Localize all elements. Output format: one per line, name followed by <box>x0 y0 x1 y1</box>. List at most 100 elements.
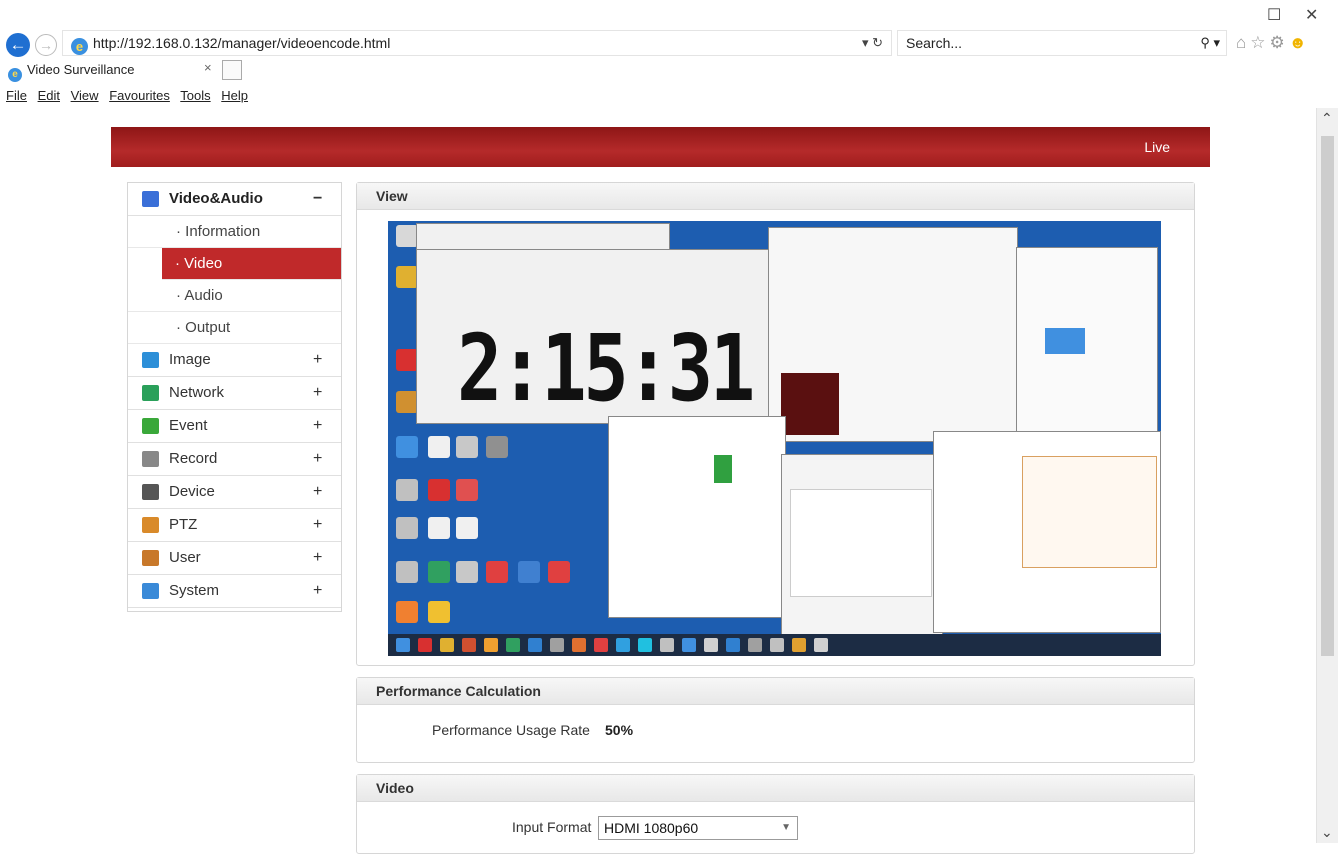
view-panel: View 2:15:31.76 <box>356 182 1195 666</box>
menu-favourites[interactable]: Favourites <box>109 88 170 103</box>
expand-icon[interactable]: + <box>313 509 322 541</box>
back-button[interactable]: ← <box>6 33 30 57</box>
taskbar-app-icon <box>462 638 476 652</box>
expand-icon[interactable]: + <box>313 344 322 376</box>
sidebar-item-system[interactable]: System + <box>128 575 341 608</box>
sidebar-item-label: User <box>169 549 201 566</box>
address-bar[interactable]: e http://192.168.0.132/manager/videoencod… <box>62 30 892 56</box>
tab-title: Video Surveillance <box>27 62 135 77</box>
sidebar-sub-audio[interactable]: · Audio <box>128 280 341 312</box>
video-audio-icon <box>142 191 159 207</box>
device-icon <box>142 484 159 500</box>
home-icon[interactable]: ⌂ <box>1236 33 1250 52</box>
star-icon[interactable]: ☆ <box>1250 33 1269 52</box>
input-format-select[interactable]: HDMI 1080p60 ▼ <box>598 816 798 840</box>
sidebar-item-user[interactable]: User + <box>128 542 341 575</box>
sidebar-item-record[interactable]: Record + <box>128 443 341 476</box>
menu-file[interactable]: File <box>6 88 27 103</box>
desktop-icon <box>396 349 418 371</box>
desktop-icon <box>396 517 418 539</box>
close-icon[interactable]: ✕ <box>1305 5 1318 25</box>
page-scrollbar[interactable]: ⌃ ⌄ <box>1316 108 1338 843</box>
desktop-icon <box>396 436 418 458</box>
performance-panel-title: Performance Calculation <box>357 678 1194 705</box>
maximize-icon[interactable]: ☐ <box>1267 5 1281 25</box>
sidebar-sub-label: Video <box>184 255 223 272</box>
menu-view[interactable]: View <box>71 88 99 103</box>
expand-icon[interactable]: + <box>313 443 322 475</box>
menu-edit-label: Edit <box>37 88 60 103</box>
menu-help[interactable]: Help <box>221 88 248 103</box>
new-tab-button[interactable] <box>222 60 242 80</box>
scroll-thumb[interactable] <box>1321 136 1334 656</box>
refresh-icon[interactable]: ▾ ↻ <box>862 31 883 55</box>
sidebar-sub-video[interactable]: · Video <box>162 248 341 280</box>
sidebar-sub-output[interactable]: · Output <box>128 312 341 344</box>
menu-edit[interactable]: Edit <box>38 88 60 103</box>
update-window <box>608 416 786 618</box>
input-format-value: HDMI 1080p60 <box>604 820 699 836</box>
sidebar-item-image[interactable]: Image + <box>128 344 341 377</box>
sidebar-item-device[interactable]: Device + <box>128 476 341 509</box>
sidebar-item-ptz[interactable]: PTZ + <box>128 509 341 542</box>
video-panel-title: Video <box>357 775 1194 802</box>
expand-icon[interactable]: + <box>313 476 322 508</box>
files-window <box>1016 247 1158 437</box>
search-input[interactable]: Search... ⚲ ▾ <box>897 30 1227 56</box>
desktop-icon <box>428 517 450 539</box>
scroll-down-icon[interactable]: ⌄ <box>1321 824 1333 841</box>
live-link[interactable]: Live <box>1144 139 1170 155</box>
taskbar-app-icon <box>594 638 608 652</box>
desktop-icon <box>456 479 478 501</box>
desktop-icon <box>486 436 508 458</box>
ptz-icon <box>142 517 159 533</box>
taskbar-app-icon <box>682 638 696 652</box>
performance-usage-value: 50% <box>605 722 634 738</box>
sidebar-item-video-audio[interactable]: Video&Audio − <box>128 183 341 216</box>
performance-panel: Performance Calculation Performance Usag… <box>356 677 1195 763</box>
desktop-icon <box>396 266 418 288</box>
sidebar: Video&Audio − · Information · Video · Au… <box>127 182 342 612</box>
event-icon <box>142 418 159 434</box>
view-panel-title: View <box>357 183 1194 210</box>
forward-button[interactable]: → <box>35 34 57 56</box>
expand-icon[interactable]: + <box>313 542 322 574</box>
gear-icon[interactable]: ⚙ <box>1270 33 1289 52</box>
search-icon[interactable]: ⚲ ▾ <box>1200 31 1220 55</box>
tab-video-surveillance[interactable]: e Video Surveillance <box>0 60 218 82</box>
taskbar-app-icon <box>770 638 784 652</box>
address-url: http://192.168.0.132/manager/videoencode… <box>93 35 391 51</box>
search-placeholder: Search... <box>906 35 963 51</box>
media-player-window <box>768 227 1018 442</box>
network-graph <box>1022 456 1157 568</box>
sidebar-sub-information[interactable]: · Information <box>128 216 341 248</box>
user-icon <box>142 550 159 566</box>
image-icon <box>142 352 159 368</box>
sidebar-item-label: Event <box>169 417 208 434</box>
desktop-icon <box>396 479 418 501</box>
collapse-icon[interactable]: − <box>313 183 322 215</box>
taskbar-app-icon <box>550 638 564 652</box>
sidebar-item-label: Record <box>169 450 218 467</box>
desktop-icon <box>428 436 450 458</box>
menu-bar: File Edit View Favourites Tools Help <box>0 87 255 107</box>
sidebar-item-event[interactable]: Event + <box>128 410 341 443</box>
update-icon <box>714 455 732 483</box>
menu-favourites-label: Favourites <box>109 88 170 103</box>
tab-close-icon[interactable]: × <box>204 60 212 75</box>
desktop-icon <box>428 561 450 583</box>
desktop-icon <box>396 601 418 623</box>
menu-tools[interactable]: Tools <box>180 88 210 103</box>
scroll-up-icon[interactable]: ⌃ <box>1321 110 1333 127</box>
sidebar-item-label: Device <box>169 483 215 500</box>
smiley-icon[interactable]: ☻ <box>1289 33 1311 52</box>
expand-icon[interactable]: + <box>313 575 322 607</box>
expand-icon[interactable]: + <box>313 377 322 409</box>
desktop-icon <box>396 391 418 413</box>
menu-help-label: Help <box>221 88 249 103</box>
sidebar-sub-label: Audio <box>184 287 223 304</box>
sidebar-item-network[interactable]: Network + <box>128 377 341 410</box>
expand-icon[interactable]: + <box>313 410 322 442</box>
desktop-icon <box>548 561 570 583</box>
desktop-icon <box>518 561 540 583</box>
